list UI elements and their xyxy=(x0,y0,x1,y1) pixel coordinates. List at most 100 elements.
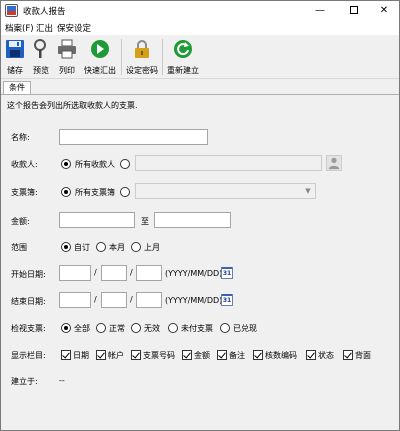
refresh-icon xyxy=(174,40,192,58)
save-icon xyxy=(6,40,24,58)
report-hint: 这个报告会列出所选取收款人的支票. xyxy=(7,101,138,110)
rebuild-label: 重新建立 xyxy=(167,66,199,75)
menu-bar: 档案(F) 汇出 保安设定 xyxy=(1,20,399,35)
columns-label: 显示栏目: xyxy=(11,351,46,360)
set-password-button[interactable]: 设定密码 xyxy=(123,37,161,77)
toolbar: 储存 预览 列印 快速汇出 设定密码 重新建立 xyxy=(1,35,399,79)
export-arrow-icon xyxy=(91,40,109,58)
column-back-checkbox[interactable] xyxy=(343,350,353,360)
toolbar-separator xyxy=(121,39,122,75)
column-date-label: 日期 xyxy=(73,351,89,360)
range-custom-label: 自订 xyxy=(74,243,90,252)
maximize-button[interactable] xyxy=(339,1,369,20)
created-value: -- xyxy=(59,376,65,385)
menu-security[interactable]: 保安设定 xyxy=(57,22,91,34)
save-button[interactable]: 储存 xyxy=(3,37,27,77)
name-input[interactable] xyxy=(59,129,208,145)
range-this-month-label: 本月 xyxy=(109,243,125,252)
minimize-button[interactable]: — xyxy=(305,1,335,20)
column-audit-code-checkbox[interactable] xyxy=(253,350,263,360)
start-date-format: (YYYY/MM/DD) xyxy=(165,269,223,278)
rebuild-button[interactable]: 重新建立 xyxy=(164,37,202,77)
checkbook-label: 支票簿: xyxy=(11,188,38,197)
column-amount-label: 金额 xyxy=(194,351,210,360)
end-year-input[interactable] xyxy=(59,292,91,308)
tab-conditions[interactable]: 条件 xyxy=(3,81,31,94)
menu-export[interactable]: 汇出 xyxy=(36,22,53,34)
checkbook-all-label: 所有支票簿 xyxy=(75,188,115,197)
checkbook-all-radio[interactable] xyxy=(61,187,71,197)
amount-to-input[interactable] xyxy=(154,212,231,228)
column-memo-checkbox[interactable] xyxy=(217,350,227,360)
preview-label: 预览 xyxy=(33,66,49,75)
end-date-format: (YYYY/MM/DD) xyxy=(165,296,223,305)
report-window: 收款人报告 — ✕ 档案(F) 汇出 保安设定 储存 预览 列印 快速汇出 设定… xyxy=(0,0,400,431)
date-separator: / xyxy=(94,295,97,304)
range-last-month-label: 上月 xyxy=(144,243,160,252)
column-amount-checkbox[interactable] xyxy=(182,350,192,360)
chevron-down-icon: ▼ xyxy=(305,187,311,195)
checkbook-select-radio[interactable] xyxy=(120,187,130,197)
column-status-checkbox[interactable] xyxy=(306,350,316,360)
range-last-month-radio[interactable] xyxy=(131,242,141,252)
start-year-input[interactable] xyxy=(59,265,91,281)
check-void-radio[interactable] xyxy=(131,323,141,333)
lock-icon xyxy=(135,40,149,58)
app-icon xyxy=(5,4,18,17)
start-month-input[interactable] xyxy=(101,265,127,281)
start-calendar-icon[interactable]: 31 xyxy=(221,267,233,279)
amount-from-input[interactable] xyxy=(59,212,135,228)
check-cashed-label: 已兑现 xyxy=(233,324,257,333)
column-account-checkbox[interactable] xyxy=(96,350,106,360)
amount-to-label: 至 xyxy=(141,217,149,226)
amount-label: 金额: xyxy=(11,217,30,226)
conditions-panel: 这个报告会列出所选取收款人的支票. 名称: 收款人: 所有收款人 支票簿: 所有… xyxy=(1,94,399,430)
check-normal-radio[interactable] xyxy=(96,323,106,333)
column-date-checkbox[interactable] xyxy=(61,350,71,360)
check-view-label: 检视支票: xyxy=(11,324,46,333)
save-label: 储存 xyxy=(7,66,23,75)
person-icon xyxy=(328,157,340,170)
checkbook-select[interactable]: ▼ xyxy=(135,183,316,199)
start-date-label: 开始日期: xyxy=(11,270,46,279)
close-button[interactable]: ✕ xyxy=(369,1,399,20)
magnifier-icon xyxy=(34,39,46,58)
toolbar-separator xyxy=(162,39,163,75)
column-memo-label: 备注 xyxy=(229,351,245,360)
printer-icon xyxy=(58,39,76,59)
set-password-label: 设定密码 xyxy=(126,66,158,75)
print-button[interactable]: 列印 xyxy=(55,37,79,77)
end-calendar-icon[interactable]: 31 xyxy=(221,294,233,306)
check-cashed-radio[interactable] xyxy=(220,323,230,333)
payee-select-radio[interactable] xyxy=(120,159,130,169)
date-separator: / xyxy=(94,268,97,277)
range-custom-radio[interactable] xyxy=(61,242,71,252)
check-unpaid-radio[interactable] xyxy=(168,323,178,333)
column-status-label: 状态 xyxy=(318,351,334,360)
column-check-number-checkbox[interactable] xyxy=(131,350,141,360)
end-date-label: 结束日期: xyxy=(11,297,46,306)
check-normal-label: 正常 xyxy=(109,324,125,333)
check-unpaid-label: 未付支票 xyxy=(181,324,213,333)
column-check-number-label: 支票号码 xyxy=(143,351,175,360)
payee-all-label: 所有收款人 xyxy=(75,160,115,169)
payee-label: 收款人: xyxy=(11,160,38,169)
menu-file[interactable]: 档案(F) xyxy=(5,22,34,34)
print-label: 列印 xyxy=(59,66,75,75)
end-day-input[interactable] xyxy=(136,292,162,308)
payee-all-radio[interactable] xyxy=(61,159,71,169)
end-month-input[interactable] xyxy=(101,292,127,308)
payee-picker-button[interactable] xyxy=(326,155,342,171)
range-this-month-radio[interactable] xyxy=(96,242,106,252)
check-all-radio[interactable] xyxy=(61,323,71,333)
created-label: 建立于: xyxy=(11,377,38,386)
preview-button[interactable]: 预览 xyxy=(29,37,53,77)
column-account-label: 帐户 xyxy=(108,351,124,360)
quick-export-button[interactable]: 快速汇出 xyxy=(81,37,119,77)
tab-strip: 条件 xyxy=(1,80,399,94)
start-day-input[interactable] xyxy=(136,265,162,281)
name-label: 名称: xyxy=(11,133,30,142)
title-bar: 收款人报告 — ✕ xyxy=(1,1,399,20)
date-separator: / xyxy=(130,295,133,304)
range-label: 范围 xyxy=(11,243,27,252)
